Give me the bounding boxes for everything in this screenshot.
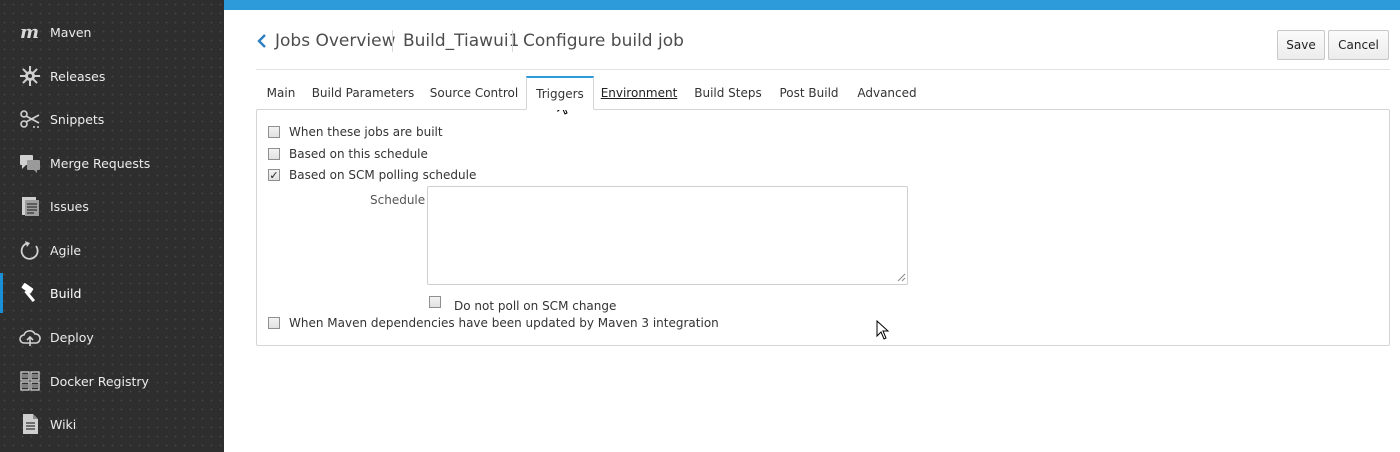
when-jobs-built-checkbox[interactable] bbox=[268, 126, 280, 138]
based-on-schedule-checkbox[interactable] bbox=[268, 148, 280, 160]
tab-triggers[interactable]: Triggers bbox=[526, 76, 594, 110]
maven-dependencies-checkbox[interactable] bbox=[268, 317, 280, 329]
tab-post-build[interactable]: Post Build bbox=[776, 76, 842, 110]
schedule-textarea[interactable] bbox=[427, 186, 908, 285]
merge-requests-icon bbox=[19, 152, 41, 174]
sidebar-item-label: Maven bbox=[50, 24, 92, 40]
trigger-scm-polling[interactable]: ✓ Based on SCM polling schedule bbox=[268, 168, 476, 182]
sidebar-item-releases[interactable]: Releases bbox=[0, 56, 224, 96]
config-tabs: Main Build Parameters Source Control Tri… bbox=[256, 76, 1390, 110]
trigger-maven-dependencies[interactable]: When Maven dependencies have been update… bbox=[268, 316, 719, 330]
tab-environment[interactable]: Environment bbox=[598, 76, 680, 110]
sidebar-item-label: Docker Registry bbox=[50, 373, 149, 389]
sidebar-item-snippets[interactable]: Snippets bbox=[0, 99, 224, 139]
save-button[interactable]: Save bbox=[1277, 30, 1325, 60]
chevron-left-icon[interactable] bbox=[256, 34, 268, 48]
issues-icon bbox=[19, 195, 41, 217]
sidebar-item-build[interactable]: Build bbox=[0, 273, 224, 313]
top-accent-bar bbox=[224, 0, 1400, 10]
maven-dependencies-label: When Maven dependencies have been update… bbox=[289, 316, 719, 330]
svg-text:m: m bbox=[20, 22, 39, 43]
do-not-poll-label: Do not poll on SCM change bbox=[454, 299, 617, 313]
scm-polling-label: Based on SCM polling schedule bbox=[289, 168, 477, 182]
maven-logo-icon: m bbox=[19, 21, 41, 43]
build-hammer-icon bbox=[19, 282, 41, 304]
tab-advanced[interactable]: Advanced bbox=[854, 76, 920, 110]
sidebar-item-label: Deploy bbox=[50, 329, 94, 345]
sidebar-item-docker-registry[interactable]: Docker Registry bbox=[0, 361, 224, 401]
trigger-when-jobs-built[interactable]: When these jobs are built bbox=[268, 125, 443, 139]
breadcrumb-job-name[interactable]: Build_Tiawui1 bbox=[403, 31, 519, 51]
breadcrumb-divider bbox=[392, 30, 393, 52]
tab-main[interactable]: Main bbox=[256, 76, 306, 110]
when-jobs-built-label: When these jobs are built bbox=[289, 125, 443, 139]
deploy-cloud-icon bbox=[19, 326, 41, 348]
tab-build-parameters[interactable]: Build Parameters bbox=[308, 76, 418, 110]
sidebar: m Maven Releases Snippets Merge Requests… bbox=[0, 0, 224, 452]
page-header: Jobs Overview Build_Tiawui1 Configure bu… bbox=[256, 24, 1390, 70]
sidebar-item-label: Merge Requests bbox=[50, 155, 151, 171]
sidebar-item-issues[interactable]: Issues bbox=[0, 186, 224, 226]
sidebar-item-label: Build bbox=[50, 285, 82, 301]
sidebar-item-label: Issues bbox=[50, 198, 89, 214]
sidebar-item-label: Snippets bbox=[50, 111, 105, 127]
tab-source-control[interactable]: Source Control bbox=[422, 76, 526, 110]
tab-build-steps[interactable]: Build Steps bbox=[689, 76, 767, 110]
trigger-based-on-schedule[interactable]: Based on this schedule bbox=[268, 147, 428, 161]
agile-icon bbox=[19, 239, 41, 261]
wiki-icon bbox=[19, 413, 41, 435]
sidebar-item-deploy[interactable]: Deploy bbox=[0, 317, 224, 357]
do-not-poll-checkbox[interactable] bbox=[429, 296, 441, 308]
cancel-button[interactable]: Cancel bbox=[1328, 30, 1389, 60]
sidebar-item-merge-requests[interactable]: Merge Requests bbox=[0, 143, 224, 183]
sidebar-item-label: Agile bbox=[50, 242, 82, 258]
breadcrumb-jobs-overview[interactable]: Jobs Overview bbox=[275, 31, 396, 51]
scm-polling-checkbox[interactable]: ✓ bbox=[268, 169, 280, 181]
releases-icon bbox=[19, 65, 41, 87]
trigger-do-not-poll[interactable]: Do not poll on SCM change bbox=[429, 291, 616, 313]
schedule-label: Schedule bbox=[370, 193, 426, 207]
sidebar-item-label: Releases bbox=[50, 68, 106, 84]
breadcrumb-divider bbox=[512, 30, 513, 52]
resize-grip-icon[interactable] bbox=[897, 273, 906, 282]
docker-registry-icon bbox=[19, 370, 41, 392]
sidebar-item-label: Wiki bbox=[50, 416, 77, 432]
sidebar-item-agile[interactable]: Agile bbox=[0, 230, 224, 270]
sidebar-item-maven[interactable]: m Maven bbox=[0, 12, 224, 52]
based-on-schedule-label: Based on this schedule bbox=[289, 147, 428, 161]
page-title: Configure build job bbox=[523, 31, 684, 51]
sidebar-item-wiki[interactable]: Wiki bbox=[0, 404, 224, 444]
snippets-icon bbox=[19, 108, 41, 130]
